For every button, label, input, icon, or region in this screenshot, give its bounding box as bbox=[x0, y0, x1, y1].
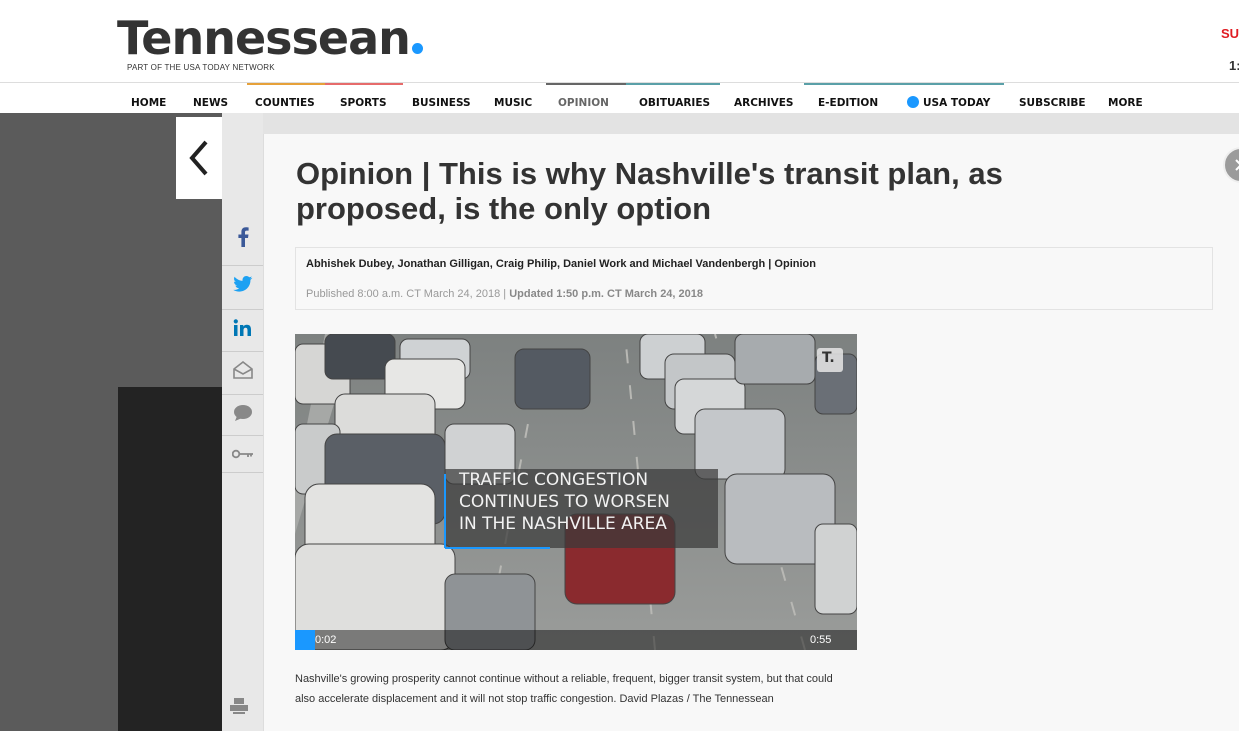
nav-music[interactable]: MUSIC bbox=[494, 83, 532, 113]
site-logo[interactable]: Tennessean bbox=[117, 14, 423, 62]
twitter-icon bbox=[232, 276, 252, 292]
logo-subtitle: PART OF THE USA TODAY NETWORK bbox=[127, 63, 275, 72]
print-icon bbox=[230, 698, 248, 714]
overlay-dark-panel bbox=[118, 387, 222, 731]
article-authors[interactable]: Abhishek Dubey, Jonathan Gilligan, Craig… bbox=[306, 258, 816, 270]
byline-box: Abhishek Dubey, Jonathan Gilligan, Craig… bbox=[295, 247, 1213, 310]
close-icon bbox=[1235, 159, 1239, 171]
chevron-left-icon bbox=[189, 140, 208, 176]
video-overlay-text: TRAFFIC CONGESTION CONTINUES TO WORSEN I… bbox=[459, 469, 670, 535]
back-button[interactable] bbox=[176, 117, 222, 199]
linkedin-share-button[interactable] bbox=[222, 309, 263, 346]
nav-obituaries[interactable]: OBITUARIES bbox=[639, 83, 710, 113]
share-column bbox=[222, 113, 264, 731]
video-progress-fill[interactable] bbox=[295, 630, 315, 650]
close-button[interactable] bbox=[1223, 147, 1239, 183]
main-nav: HOME NEWS COUNTIES SPORTS BUSINESS MUSIC… bbox=[0, 83, 1239, 113]
nav-usa-today[interactable]: USA TODAY bbox=[907, 83, 990, 113]
nav-more[interactable]: MORE bbox=[1108, 83, 1143, 113]
nav-home[interactable]: HOME bbox=[131, 83, 166, 113]
nav-news[interactable]: NEWS bbox=[193, 83, 228, 113]
facebook-icon bbox=[237, 227, 249, 247]
corner-text: 1: bbox=[1229, 58, 1239, 73]
print-button[interactable] bbox=[229, 697, 249, 720]
linkedin-icon bbox=[233, 319, 251, 336]
email-share-button[interactable] bbox=[222, 351, 263, 388]
site-header: Tennessean PART OF THE USA TODAY NETWORK… bbox=[0, 0, 1239, 113]
video-current-time: 0:02 bbox=[315, 634, 337, 646]
overlay-line-3: IN THE NASHVILLE AREA bbox=[459, 514, 667, 534]
overlay-line-1: TRAFFIC CONGESTION bbox=[459, 470, 649, 490]
video-badge: T. bbox=[822, 350, 835, 366]
twitter-share-button[interactable] bbox=[222, 265, 263, 302]
facebook-share-button[interactable] bbox=[222, 219, 263, 255]
key-icon bbox=[231, 449, 253, 459]
overlay-line-2: CONTINUES TO WORSEN bbox=[459, 492, 670, 512]
logo-dot bbox=[411, 43, 423, 54]
nav-opinion[interactable]: OPINION bbox=[558, 83, 609, 113]
nav-archives[interactable]: ARCHIVES bbox=[734, 83, 793, 113]
usa-today-dot-icon bbox=[907, 96, 919, 108]
nav-sports[interactable]: SPORTS bbox=[340, 83, 387, 113]
nav-e-edition[interactable]: E-EDITION bbox=[818, 83, 878, 113]
article-title: Opinion | This is why Nashville's transi… bbox=[296, 156, 1003, 226]
key-button[interactable] bbox=[222, 435, 263, 473]
nav-business[interactable]: BUSINESS bbox=[412, 83, 471, 113]
nav-counties[interactable]: COUNTIES bbox=[255, 83, 315, 113]
video-duration: 0:55 bbox=[810, 634, 832, 646]
publish-info: Published 8:00 a.m. CT March 24, 2018 | … bbox=[306, 288, 704, 300]
comment-button[interactable] bbox=[222, 394, 263, 431]
nav-subscribe[interactable]: SUBSCRIBE bbox=[1019, 83, 1086, 113]
comment-icon bbox=[233, 405, 252, 421]
email-icon bbox=[232, 361, 253, 379]
video-player[interactable]: TRAFFIC CONGESTION CONTINUES TO WORSEN I… bbox=[295, 334, 857, 650]
subscribe-link-corner[interactable]: SU bbox=[1221, 26, 1239, 41]
content-top-strip bbox=[263, 113, 1239, 134]
video-caption: Nashville's growing prosperity cannot co… bbox=[295, 673, 833, 705]
